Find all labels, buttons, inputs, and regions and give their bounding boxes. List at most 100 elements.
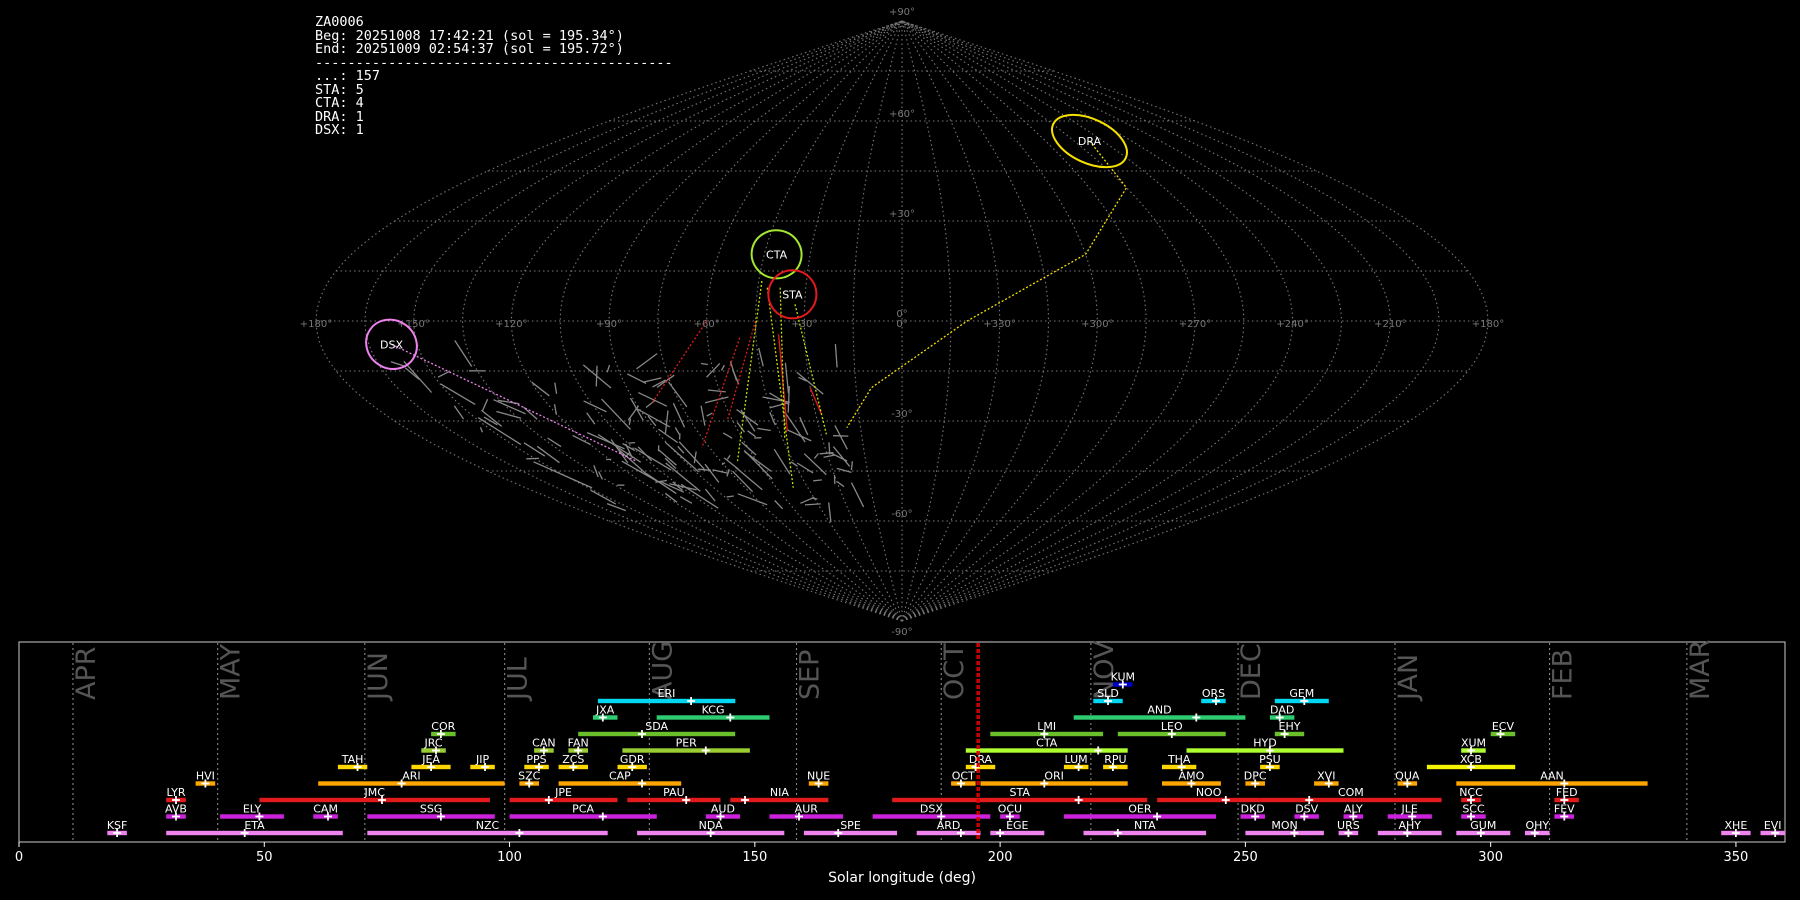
month-label: FEB [1548, 649, 1579, 700]
month-label: APR [71, 646, 102, 700]
shower-label: XUM [1461, 737, 1486, 750]
shower-label: ECV [1492, 720, 1515, 733]
shower-label: MON [1271, 819, 1297, 832]
shower-label: LMI [1037, 720, 1056, 733]
shower-label: PPS [526, 753, 546, 766]
shower-label: FAN [568, 737, 589, 750]
shower-label: LUM [1065, 753, 1088, 766]
shower-label: AVB [165, 803, 187, 816]
shower-label: JEA [421, 753, 440, 766]
shower-label: SDA [645, 720, 668, 733]
shower-label: AUR [795, 803, 819, 816]
shower-label: ZCS [562, 753, 584, 766]
shower-label: JIP [475, 753, 489, 766]
shower-label: CAP [609, 770, 631, 783]
x-tick-label: 300 [1478, 850, 1503, 865]
shower-label: COR [431, 720, 455, 733]
shower-label: DRA [969, 753, 993, 766]
shower-label: DPC [1244, 770, 1267, 783]
month-label: SEP [795, 650, 826, 700]
shower-label: XCB [1460, 753, 1482, 766]
shower-timeline: APR MAY JUN JUL AUG SEP OCT NOV DEC JAN FEB MAR KSF… [15, 639, 1786, 886]
shower-label: PSU [1259, 753, 1281, 766]
shower-label: NIA [770, 786, 789, 799]
month-label: DEC [1236, 643, 1267, 700]
shower-label: KUM [1111, 671, 1135, 684]
shower-label: DSX [920, 803, 943, 816]
shower-label: JMC [363, 786, 385, 799]
shower-label: CAM [313, 803, 338, 816]
shower-label: THA [1167, 753, 1191, 766]
shower-label: OCT [952, 770, 975, 783]
shower-label: URS [1337, 819, 1360, 832]
x-tick-label: 50 [256, 850, 273, 865]
shower-label: HYD [1253, 737, 1276, 750]
month-label: JUN [363, 652, 394, 702]
shower-label: ARD [937, 819, 961, 832]
shower-label: RPU [1104, 753, 1126, 766]
month-label: OCT [939, 643, 970, 700]
shower-label: TAH [341, 753, 364, 766]
shower-label: JXA [595, 704, 615, 717]
shower-label: OCU [998, 803, 1022, 816]
shower-label: NZC [476, 819, 500, 832]
shower-label: FEV [1554, 803, 1575, 816]
shower-label: KCG [702, 704, 725, 717]
shower-label: JRC [423, 737, 442, 750]
shower-label: HVI [196, 770, 215, 783]
shower-label: PER [676, 737, 698, 750]
x-tick-label: 150 [742, 850, 767, 865]
shower-label: JLE [1401, 803, 1418, 816]
shower-label: ALY [1344, 803, 1363, 816]
shower-label: OER [1128, 803, 1152, 816]
x-axis: 0 50 100 150 200 250 300 350 [15, 842, 1748, 865]
shower-label: KSF [107, 819, 128, 832]
shower-label: NTA [1134, 819, 1156, 832]
shower-label: EVI [1764, 819, 1782, 832]
shower-label: AMO [1179, 770, 1205, 783]
shower-label: AAN [1540, 770, 1564, 783]
x-axis-label: Solar longitude (deg) [828, 870, 976, 886]
shower-label: ELY [243, 803, 262, 816]
shower-label: ORI [1044, 770, 1064, 783]
x-tick-label: 250 [1233, 850, 1258, 865]
shower-label: CTA [1036, 737, 1058, 750]
shower-label: COM [1338, 786, 1364, 799]
shower-label: LEO [1161, 720, 1183, 733]
shower-label: OHY [1525, 819, 1549, 832]
shower-label: GDR [620, 753, 645, 766]
shower-label: SSG [420, 803, 443, 816]
month-label: JAN [1393, 654, 1424, 702]
shower-label: NUE [807, 770, 830, 783]
shower-label: GEM [1289, 687, 1314, 700]
shower-label: PAU [663, 786, 685, 799]
shower-label: AHY [1398, 819, 1421, 832]
shower-label: SCC [1462, 803, 1485, 816]
shower-label: DAD [1270, 704, 1294, 717]
shower-label: DKD [1241, 803, 1265, 816]
month-label: MAY [216, 643, 247, 700]
shower-label: ARI [402, 770, 420, 783]
shower-label: PCA [572, 803, 594, 816]
x-tick-label: 350 [1724, 850, 1749, 865]
shower-label: ETA [244, 819, 265, 832]
shower-label: XHE [1725, 819, 1748, 832]
shower-label: CAN [532, 737, 555, 750]
shower-label: JPE [554, 786, 572, 799]
shower-label: LYR [166, 786, 185, 799]
current-sol-marker [976, 643, 980, 841]
shower-label: AND [1147, 704, 1171, 717]
shower-label: NCC [1459, 786, 1483, 799]
shower-label: XVI [1317, 770, 1335, 783]
x-tick-label: 0 [15, 850, 23, 865]
shower-label: SPE [840, 819, 861, 832]
shower-label: EGE [1006, 819, 1028, 832]
month-label: MAR [1685, 639, 1716, 700]
shower-label: GUM [1470, 819, 1496, 832]
shower-label: ORS [1202, 687, 1225, 700]
shower-label: FED [1556, 786, 1578, 799]
shower-label: EHY [1279, 720, 1301, 733]
shower-label: SLD [1097, 687, 1119, 700]
shower-label: STA [1010, 786, 1031, 799]
shower-label: QUA [1395, 770, 1420, 783]
